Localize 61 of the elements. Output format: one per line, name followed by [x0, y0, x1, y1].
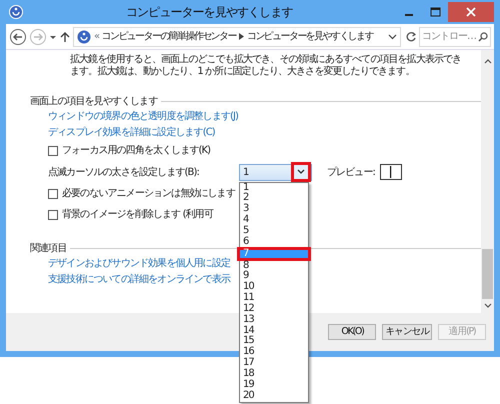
dropdown-option[interactable]: 18: [240, 369, 308, 380]
intro-text: 拡大鏡を使用すると、画面上のどこでも拡大でき、その領域にあるすべての項目を拡大表示できます。拡大鏡は、動かしたり、1 か所に固定したり、大きさを変更したりできます。: [69, 54, 462, 79]
text-cursor-icon: [390, 166, 392, 178]
dropdown-option[interactable]: 4: [240, 215, 308, 226]
scrollbar-thumb[interactable]: [482, 249, 493, 299]
close-icon[interactable]: [466, 7, 476, 17]
preview-label: プレビュー:: [326, 166, 375, 180]
link[interactable]: ディスプレイ効果を詳細に設定します(C): [48, 124, 215, 140]
section-heading: 画面上の項目を見やすくします: [30, 94, 158, 108]
breadcrumb-item[interactable]: コンピューターの簡単操作センター: [102, 29, 236, 44]
refresh-icon[interactable]: [405, 30, 417, 42]
dropdown-button[interactable]: [290, 162, 311, 182]
checkbox-label: 背景のイメージを削除します (利用可: [62, 208, 213, 222]
dropdown-option[interactable]: 11: [240, 293, 308, 304]
section-heading: 関連項目: [30, 242, 66, 256]
dropdown-option[interactable]: 20: [240, 390, 308, 402]
dropdown-option[interactable]: 14: [240, 326, 308, 336]
up-icon[interactable]: [59, 30, 71, 42]
address-bar[interactable]: « コンピューターの簡単操作センター コンピューターを見やすくします: [73, 26, 400, 46]
location-icon: [77, 30, 91, 44]
dropdown-option[interactable]: 2: [240, 193, 308, 204]
dropdown-option[interactable]: 5: [240, 226, 308, 237]
window-title: コンピューターを見やすくします: [124, 4, 294, 21]
dialog-button[interactable]: キャンセル: [382, 324, 432, 340]
chevron-down-icon[interactable]: [296, 169, 305, 175]
dropdown-option[interactable]: 8: [240, 260, 308, 272]
chevron-up-icon[interactable]: [484, 58, 492, 64]
dropdown-option[interactable]: 6: [240, 236, 308, 248]
dropdown-option[interactable]: 13: [240, 314, 308, 326]
dropdown-option[interactable]: 1: [240, 182, 308, 194]
maximize-icon[interactable]: [430, 7, 440, 17]
dropdown-option[interactable]: 10: [240, 282, 308, 294]
dropdown-option[interactable]: 9: [240, 271, 308, 282]
combo-box[interactable]: 1: [238, 164, 312, 180]
breadcrumb-item[interactable]: コンピューターを見やすくします: [246, 29, 373, 44]
link[interactable]: デザインおよびサウンド効果を個人用に設定: [48, 256, 230, 270]
separator-icon: [238, 33, 244, 40]
dropdown-option[interactable]: 17: [240, 358, 308, 369]
checkbox[interactable]: [48, 210, 58, 220]
dropdown-option[interactable]: 3: [240, 204, 308, 216]
checkbox-label: フォーカス用の四角を太くします(K): [62, 144, 210, 158]
search-field[interactable]: コントロー…: [419, 26, 491, 46]
chevron-down-icon[interactable]: [388, 34, 396, 40]
dropdown-option[interactable]: 12: [240, 304, 308, 315]
scrollbar[interactable]: [481, 50, 494, 313]
dropdown-option[interactable]: 15: [240, 336, 308, 348]
dialog-button[interactable]: OK(O): [328, 324, 376, 340]
link[interactable]: ウィンドウの境界の色と透明度を調整します(J): [48, 108, 238, 124]
checkbox-label: 必要のないアニメーションは無効にします: [62, 186, 235, 201]
dropdown-option[interactable]: 16: [240, 347, 308, 358]
checkbox[interactable]: [48, 188, 58, 198]
back-icon[interactable]: [9, 28, 27, 46]
checkbox[interactable]: [48, 146, 58, 156]
dropdown-option[interactable]: 19: [240, 380, 308, 391]
close-button[interactable]: [448, 2, 494, 22]
field-label: 点滅カーソルの太さを設定します(B):: [48, 166, 199, 180]
search-icon[interactable]: [478, 32, 488, 42]
breadcrumb-prefix[interactable]: «: [94, 29, 99, 44]
chevron-down-icon[interactable]: [484, 303, 492, 309]
link[interactable]: 支援技術についての詳細をオンラインで表示: [48, 272, 230, 286]
app-icon: [8, 5, 22, 19]
